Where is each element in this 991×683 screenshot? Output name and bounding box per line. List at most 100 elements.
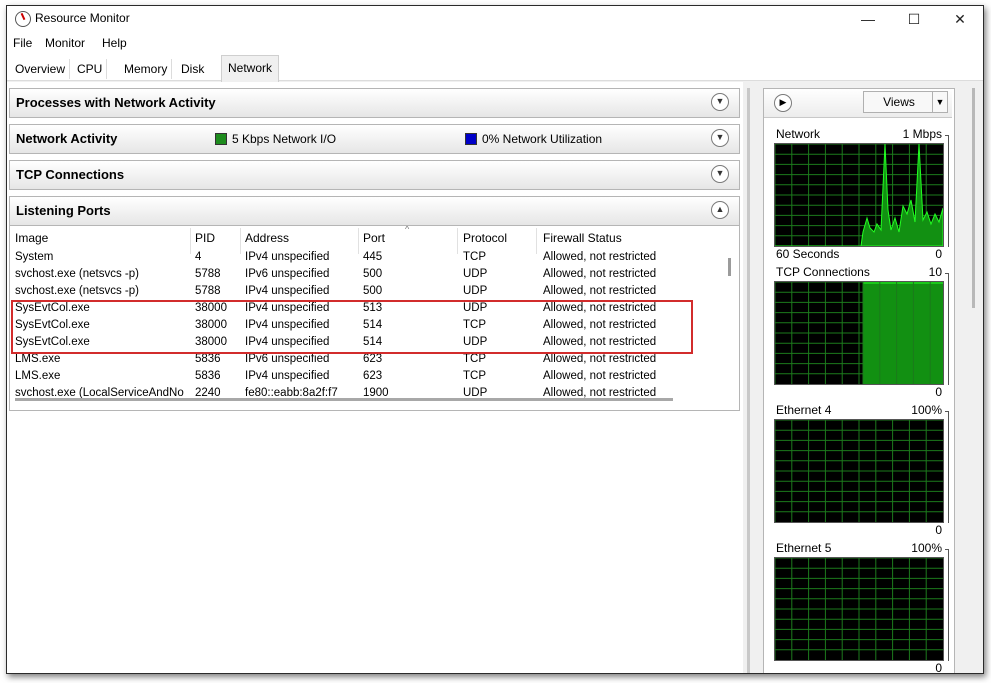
cell-firewall-status: Allowed, not restricted bbox=[543, 251, 657, 263]
section-processes-with-network-activity[interactable]: Processes with Network Activity ▼ bbox=[9, 88, 740, 118]
scale-tick bbox=[945, 549, 949, 550]
graph-time-span-label: 60 Seconds bbox=[776, 247, 840, 261]
collapse-chevron-icon[interactable]: ▲ bbox=[711, 201, 729, 219]
cell-pid: 5788 bbox=[195, 268, 221, 280]
graph-canvas bbox=[774, 419, 944, 523]
table-row[interactable]: LMS.exe 5836 IPv6 unspecified 623 TCP Allowed… bbox=[10, 352, 722, 369]
expand-chevron-icon[interactable]: ▼ bbox=[711, 165, 729, 183]
column-header-image[interactable]: Image bbox=[15, 231, 48, 249]
collapse-right-panel-icon[interactable]: ▶ bbox=[774, 94, 792, 112]
menu-file[interactable]: File bbox=[13, 36, 32, 50]
column-header-pid[interactable]: PID bbox=[195, 231, 215, 249]
tab-disk[interactable]: Disk bbox=[177, 59, 208, 79]
network-details-panel: Processes with Network Activity ▼ Networ… bbox=[7, 82, 743, 673]
cell-port: 500 bbox=[363, 268, 383, 280]
views-panel-header: ▶ Views ▼ bbox=[764, 89, 952, 118]
cell-address: IPv4 unspecified bbox=[245, 370, 330, 382]
cell-pid: 5836 bbox=[195, 370, 221, 382]
cell-image: svchost.exe (netsvcs -p) bbox=[15, 268, 139, 280]
section-network-activity[interactable]: Network Activity 5 Kbps Network I/O 0% N… bbox=[9, 124, 740, 154]
network-utilization-legend-swatch bbox=[465, 133, 477, 145]
tab-bar: Overview CPU Memory Disk Network bbox=[7, 54, 983, 82]
menu-help[interactable]: Help bbox=[102, 36, 127, 50]
cell-firewall-status: Allowed, not restricted bbox=[543, 285, 657, 297]
tab-network[interactable]: Network bbox=[221, 55, 280, 82]
graph-grid bbox=[775, 420, 943, 522]
graph-scale-label: 100% bbox=[911, 541, 942, 555]
network-io-label: 5 Kbps Network I/O bbox=[232, 132, 337, 146]
title-bar[interactable]: Resource Monitor — ☐ ✕ bbox=[7, 6, 983, 32]
resource-monitor-window: Resource Monitor — ☐ ✕ File Monitor Help… bbox=[6, 5, 984, 674]
graph-canvas bbox=[774, 143, 944, 247]
cell-image: svchost.exe (netsvcs -p) bbox=[15, 285, 139, 297]
section-title: TCP Connections bbox=[16, 167, 125, 182]
section-title: Processes with Network Activity bbox=[16, 95, 216, 110]
cell-address: IPv4 unspecified bbox=[245, 251, 330, 263]
section-title: Network Activity bbox=[16, 131, 118, 146]
expand-chevron-icon[interactable]: ▼ bbox=[711, 129, 729, 147]
column-header-protocol[interactable]: Protocol bbox=[463, 231, 507, 249]
views-button[interactable]: Views bbox=[863, 91, 935, 113]
cell-protocol: UDP bbox=[463, 285, 488, 297]
window-title: Resource Monitor bbox=[35, 11, 130, 25]
cell-protocol: TCP bbox=[463, 251, 486, 263]
cell-port: 623 bbox=[363, 353, 383, 365]
close-button[interactable]: ✕ bbox=[937, 6, 983, 32]
menu-monitor[interactable]: Monitor bbox=[45, 36, 85, 50]
views-dropdown-icon[interactable]: ▼ bbox=[932, 91, 948, 113]
graph-canvas bbox=[774, 281, 944, 385]
cell-port: 500 bbox=[363, 285, 383, 297]
cell-pid: 5788 bbox=[195, 285, 221, 297]
cell-firewall-status: Allowed, not restricted bbox=[543, 268, 657, 280]
column-header-firewall-status[interactable]: Firewall Status bbox=[543, 231, 622, 249]
scale-bracket bbox=[948, 135, 949, 247]
table-row[interactable]: svchost.exe (netsvcs -p) 5788 IPv4 unspeci… bbox=[10, 284, 722, 301]
cell-protocol: TCP bbox=[463, 370, 486, 382]
section-listening-ports[interactable]: Listening Ports ▲ bbox=[9, 196, 740, 226]
cell-protocol: TCP bbox=[463, 353, 486, 365]
vertical-scrollbar-thumb[interactable] bbox=[728, 258, 731, 276]
scale-bracket bbox=[948, 273, 949, 385]
highlight-annotation-box bbox=[11, 300, 693, 354]
graph-title: Ethernet 5 bbox=[776, 541, 832, 555]
graph-canvas bbox=[774, 557, 944, 661]
outer-vertical-scrollbar[interactable] bbox=[972, 88, 975, 308]
maximize-button[interactable]: ☐ bbox=[891, 6, 937, 32]
splitter-scrollbar[interactable] bbox=[747, 88, 750, 673]
graph-min-label: 0 bbox=[935, 385, 942, 399]
graph-min-label: 0 bbox=[935, 247, 942, 261]
scale-tick bbox=[945, 273, 949, 274]
table-row[interactable]: System 4 IPv4 unspecified 445 TCP Allowed, no… bbox=[10, 250, 722, 267]
graph-scale-label: 10 bbox=[928, 265, 942, 279]
column-header-address[interactable]: Address bbox=[245, 231, 289, 249]
cell-address: IPv6 unspecified bbox=[245, 268, 330, 280]
tcp-connections-series bbox=[863, 282, 943, 384]
cell-pid: 4 bbox=[195, 251, 202, 263]
table-row[interactable]: LMS.exe 5836 IPv4 unspecified 623 TCP Allowed… bbox=[10, 369, 722, 386]
network-utilization-label: 0% Network Utilization bbox=[482, 132, 603, 146]
panel-splitter[interactable] bbox=[743, 82, 763, 673]
network-io-legend-swatch bbox=[215, 133, 227, 145]
table-row[interactable]: svchost.exe (netsvcs -p) 5788 IPv6 unspeci… bbox=[10, 267, 722, 284]
cell-image: LMS.exe bbox=[15, 353, 61, 365]
tab-memory[interactable]: Memory bbox=[120, 59, 173, 79]
cell-address: IPv6 unspecified bbox=[245, 353, 330, 365]
graph-title: TCP Connections bbox=[776, 265, 870, 279]
tab-overview[interactable]: Overview bbox=[11, 59, 71, 79]
column-header-port[interactable]: Port bbox=[363, 231, 385, 249]
views-panel: ▶ Views ▼ Network 1 Mbps 60 Seconds 0 TCP Co… bbox=[763, 88, 955, 674]
cell-pid: 5836 bbox=[195, 353, 221, 365]
scale-tick bbox=[945, 411, 949, 412]
menu-bar: File Monitor Help bbox=[7, 32, 983, 54]
minimize-button[interactable]: — bbox=[845, 6, 891, 32]
cell-firewall-status: Allowed, not restricted bbox=[543, 353, 657, 365]
cell-port: 445 bbox=[363, 251, 383, 263]
horizontal-scrollbar-thumb[interactable] bbox=[15, 398, 673, 401]
expand-chevron-icon[interactable]: ▼ bbox=[711, 93, 729, 111]
section-tcp-connections[interactable]: TCP Connections ▼ bbox=[9, 160, 740, 190]
cell-image: LMS.exe bbox=[15, 370, 61, 382]
tab-cpu[interactable]: CPU bbox=[73, 59, 108, 79]
graph-grid bbox=[775, 144, 943, 246]
cell-port: 623 bbox=[363, 370, 383, 382]
graph-min-label: 0 bbox=[935, 661, 942, 674]
